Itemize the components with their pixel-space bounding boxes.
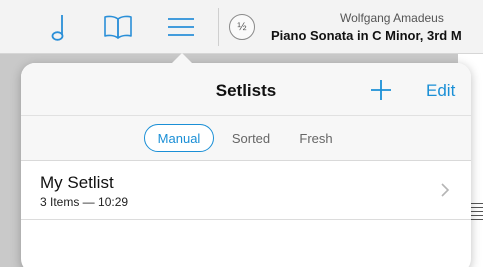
add-setlist-button[interactable] xyxy=(368,77,394,103)
piece-title[interactable]: Piano Sonata in C Minor, 3rd M xyxy=(271,28,462,43)
sort-segmented-control: Manual Sorted Fresh xyxy=(21,124,471,152)
half-page-button[interactable]: ½ xyxy=(229,14,255,40)
top-toolbar: ½ Wolfgang Amadeus Piano Sonata in C Min… xyxy=(0,0,483,54)
edit-button[interactable]: Edit xyxy=(426,81,455,101)
setlist-detail: 3 Items — 10:29 xyxy=(40,195,129,209)
chevron-right-icon xyxy=(441,183,450,197)
segment-fresh[interactable]: Fresh xyxy=(287,124,345,152)
header-divider xyxy=(21,115,471,116)
note-icon[interactable] xyxy=(41,10,75,44)
plus-icon xyxy=(371,80,391,100)
half-page-label: ½ xyxy=(237,21,247,33)
popover-title: Setlists xyxy=(215,81,277,100)
book-icon[interactable] xyxy=(101,10,135,44)
composer-name: Wolfgang Amadeus xyxy=(340,11,444,25)
popover-arrow xyxy=(171,53,193,64)
setlist-name: My Setlist xyxy=(40,173,114,192)
toolbar-separator xyxy=(218,8,219,46)
setlist-row[interactable]: My Setlist 3 Items — 10:29 xyxy=(21,162,471,220)
list-icon[interactable] xyxy=(164,10,198,44)
popover-header: Setlists Edit Manual Sorted Fresh xyxy=(21,63,471,161)
segment-sorted[interactable]: Sorted xyxy=(220,124,282,152)
setlists-popover: Setlists Edit Manual Sorted Fresh My Set… xyxy=(21,63,471,267)
segment-manual[interactable]: Manual xyxy=(144,124,214,152)
